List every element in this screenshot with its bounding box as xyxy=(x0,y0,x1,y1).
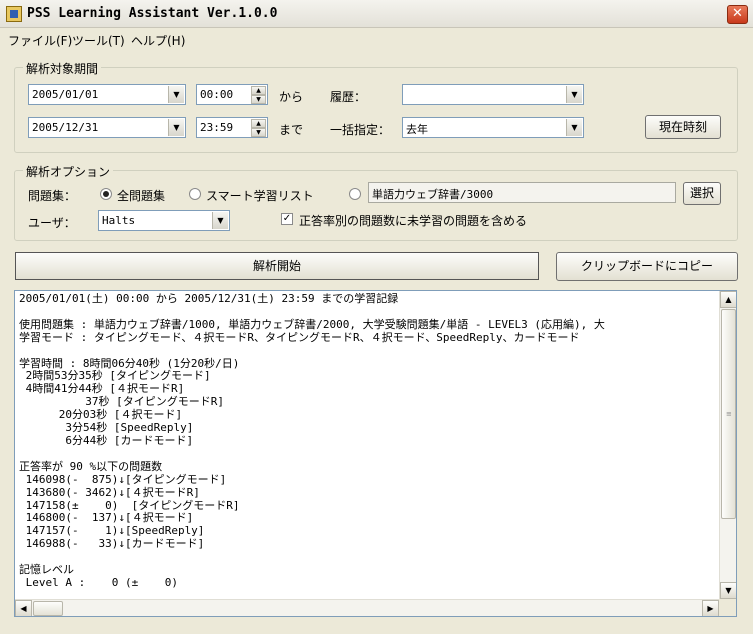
options-group-title: 解析オプション xyxy=(23,163,114,180)
period-group: 解析対象期間 xyxy=(14,60,738,153)
problemset-label: 問題集： xyxy=(28,189,77,203)
radio-all-label[interactable]: 全問題集 xyxy=(117,187,165,204)
now-button[interactable]: 現在時刻 xyxy=(645,115,721,139)
vertical-scrollbar[interactable]: ▲ ≡ ▼ xyxy=(719,291,736,599)
output-line: 146098(- 875)↓[タイピングモード] xyxy=(19,472,227,486)
selected-set-field: 単語力ウェブ辞書/3000 xyxy=(368,182,676,203)
start-date-picker[interactable]: 2005/01/01 ▼ xyxy=(28,84,186,105)
period-group-title: 解析対象期間 xyxy=(23,60,102,77)
user-value: Halts xyxy=(102,214,136,227)
window-title: PSS Learning Assistant Ver.1.0.0 xyxy=(27,6,278,21)
end-date-value: 2005/12/31 xyxy=(32,121,99,134)
app-icon xyxy=(6,6,22,22)
batch-value: 去年 xyxy=(406,123,428,136)
spin-down-icon[interactable]: ▼ xyxy=(251,95,266,104)
chevron-down-icon[interactable]: ▼ xyxy=(566,119,582,136)
chevron-down-icon[interactable]: ▼ xyxy=(212,212,228,229)
menu-help[interactable]: ヘルプ(H) xyxy=(131,32,185,49)
vertical-scroll-thumb[interactable]: ≡ xyxy=(721,309,736,519)
output-line: 2005/01/01(土) 00:00 から 2005/12/31(土) 23:… xyxy=(19,293,399,305)
until-label: まで xyxy=(279,123,304,137)
output-line: 正答率が 90 %以下の問題数 xyxy=(19,459,163,473)
radio-smart-list[interactable] xyxy=(189,188,201,200)
menu-file[interactable]: ファイル(F) xyxy=(8,32,72,49)
end-time-value: 23:59 xyxy=(200,121,234,134)
start-time-value: 00:00 xyxy=(200,88,234,101)
selected-set-value: 単語力ウェブ辞書/3000 xyxy=(372,188,494,201)
batch-label: 一括指定： xyxy=(330,123,391,137)
include-unlearned-checkbox[interactable]: ✓ xyxy=(281,213,293,225)
include-unlearned-label[interactable]: 正答率別の問題数に未学習の問題を含める xyxy=(299,212,527,229)
menu-tools[interactable]: ツール(T) xyxy=(72,32,125,49)
select-button[interactable]: 選択 xyxy=(683,182,721,205)
horizontal-scroll-thumb[interactable] xyxy=(33,601,63,616)
radio-all-problemsets[interactable] xyxy=(100,188,112,200)
radio-selected-set[interactable] xyxy=(349,188,361,200)
output-line: 6分44秒 [カードモード] xyxy=(19,433,194,447)
user-label: ユーザ： xyxy=(28,216,76,230)
output-text: 2005/01/01(土) 00:00 から 2005/12/31(土) 23:… xyxy=(19,293,719,598)
history-select[interactable]: ▼ xyxy=(402,84,584,105)
start-analysis-button[interactable]: 解析開始 xyxy=(15,252,539,280)
output-line: 146988(- 33)↓[カードモード] xyxy=(19,537,205,551)
chevron-down-icon[interactable]: ▼ xyxy=(168,86,184,103)
end-date-picker[interactable]: 2005/12/31 ▼ xyxy=(28,117,186,138)
scroll-corner xyxy=(719,599,736,616)
output-line: 使用問題集 : 単語力ウェブ辞書/1000, 単語力ウェブ辞書/2000, 大学… xyxy=(19,317,605,331)
end-time-spinner[interactable]: 23:59 ▲ ▼ xyxy=(196,117,268,138)
menu-bar: ファイル(F) ツール(T) ヘルプ(H) xyxy=(0,29,753,49)
copy-clipboard-button[interactable]: クリップボードにコピー xyxy=(556,252,738,281)
spin-up-icon[interactable]: ▲ xyxy=(251,86,266,95)
scroll-up-icon[interactable]: ▲ xyxy=(720,291,736,308)
output-line: 記憶レベル xyxy=(19,563,74,577)
spin-down-icon[interactable]: ▼ xyxy=(251,128,266,137)
spin-up-icon[interactable]: ▲ xyxy=(251,119,266,128)
chevron-down-icon[interactable]: ▼ xyxy=(566,86,582,103)
scroll-left-icon[interactable]: ◀ xyxy=(15,600,32,616)
start-time-spinner[interactable]: 00:00 ▲ ▼ xyxy=(196,84,268,105)
scroll-down-icon[interactable]: ▼ xyxy=(720,582,736,599)
scroll-right-icon[interactable]: ▶ xyxy=(702,600,719,616)
history-label: 履歴： xyxy=(330,90,367,104)
batch-select[interactable]: 去年 ▼ xyxy=(402,117,584,138)
horizontal-scrollbar[interactable]: ◀ ▶ xyxy=(15,599,719,616)
output-line: 学習モード : タイピングモード、４択モードR、タイピングモードR、４択モード、… xyxy=(19,330,580,344)
title-bar: PSS Learning Assistant Ver.1.0.0 ✕ xyxy=(0,0,753,28)
analysis-output[interactable]: 2005/01/01(土) 00:00 から 2005/12/31(土) 23:… xyxy=(14,290,737,617)
radio-smart-label[interactable]: スマート学習リスト xyxy=(206,187,314,204)
output-line: 143680(- 3462)↓[４択モードR] xyxy=(19,485,200,499)
chevron-down-icon[interactable]: ▼ xyxy=(168,119,184,136)
start-date-value: 2005/01/01 xyxy=(32,88,99,101)
output-line: Level A : 0 (± 0) xyxy=(19,575,178,589)
close-button[interactable]: ✕ xyxy=(727,5,748,24)
user-select[interactable]: Halts ▼ xyxy=(98,210,230,231)
from-label: から xyxy=(279,90,304,104)
